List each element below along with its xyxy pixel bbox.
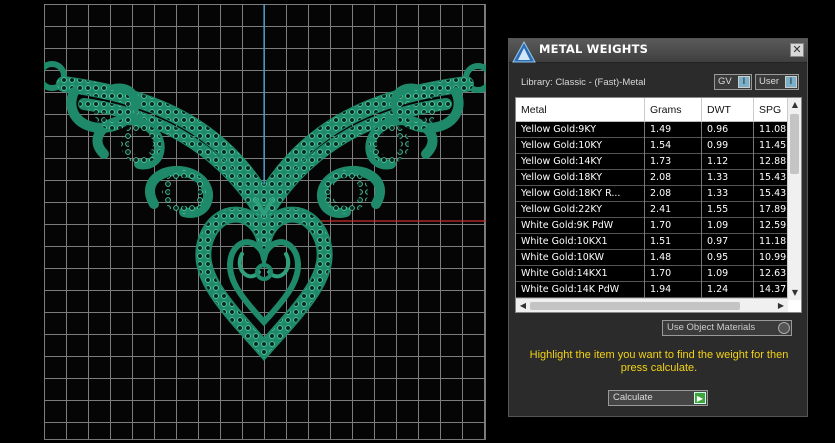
dwt-cell: 1.33 [702,186,754,202]
metal-cell: Yellow Gold:14KY [516,154,645,170]
metal-cell: Yellow Gold:22KY [516,202,645,218]
scroll-left-icon[interactable]: ◀ [516,299,530,312]
table-body: Yellow Gold:9KY 1.49 0.96 11.08 Yellow Gold:… [516,122,794,298]
jewelry-model-svg [44,4,486,362]
grams-cell: 1.49 [645,122,702,138]
dwt-cell: 0.96 [702,122,754,138]
dropdown-icon [778,322,790,334]
metal-cell: Yellow Gold:9KY [516,122,645,138]
table-row[interactable]: Yellow Gold:18KY 2.08 1.33 15.43 [516,170,794,186]
user-toggle-label: User [759,76,780,87]
use-object-materials-label: Use Object Materials [667,322,756,333]
dwt-cell: 1.24 [702,282,754,298]
vertical-scroll-thumb[interactable] [790,114,799,174]
use-object-materials-dropdown[interactable]: Use Object Materials [662,320,792,336]
grams-cell: 1.70 [645,266,702,282]
metal-cell: White Gold:10KX1 [516,234,645,250]
toggle-user-icon: I [785,76,797,88]
library-label: Library: Classic - (Fast)-Metal [521,77,646,88]
grams-cell: 1.70 [645,218,702,234]
metal-cell: White Gold:14KX1 [516,266,645,282]
grams-cell: 2.08 [645,186,702,202]
metal-cell: White Gold:10KW [516,250,645,266]
table-row[interactable]: White Gold:9K PdW 1.70 1.09 12.59 [516,218,794,234]
app-window: METAL WEIGHTS ✕ Library: Classic - (Fast… [0,0,835,443]
table-row[interactable]: Yellow Gold:10KY 1.54 0.99 11.45 [516,138,794,154]
toggle-gv-icon: I [738,76,750,88]
app-logo-icon [512,40,536,63]
metal-table[interactable]: Metal Grams DWT SPG Yellow Gold:9KY 1.49 0… [515,97,802,313]
scroll-down-icon[interactable]: ▼ [788,286,801,300]
vertical-scrollbar[interactable]: ▲ ▼ [787,98,801,300]
grams-cell: 2.41 [645,202,702,218]
grams-cell: 1.54 [645,138,702,154]
dwt-cell: 1.12 [702,154,754,170]
necklace-pendant [44,61,486,362]
dwt-cell: 0.95 [702,250,754,266]
table-row[interactable]: White Gold:10KW 1.48 0.95 10.99 [516,250,794,266]
grams-cell: 2.08 [645,170,702,186]
column-header-grams[interactable]: Grams [645,98,702,122]
scroll-up-icon[interactable]: ▲ [788,98,801,112]
dwt-cell: 1.33 [702,170,754,186]
calculate-label: Calculate [613,392,653,403]
dwt-cell: 0.97 [702,234,754,250]
gv-toggle[interactable]: GV I [714,74,752,90]
metal-cell: Yellow Gold:18KY R... [516,186,645,202]
close-button[interactable]: ✕ [790,43,804,57]
table-row[interactable]: Yellow Gold:14KY 1.73 1.12 12.88 [516,154,794,170]
gv-toggle-label: GV [718,76,732,87]
dwt-cell: 1.09 [702,266,754,282]
table-row[interactable]: Yellow Gold:22KY 2.41 1.55 17.89 [516,202,794,218]
calculate-button[interactable]: Calculate ▶ [608,390,708,406]
grams-cell: 1.94 [645,282,702,298]
metal-cell: Yellow Gold:10KY [516,138,645,154]
dwt-cell: 0.99 [702,138,754,154]
column-header-dwt[interactable]: DWT [702,98,754,122]
horizontal-scrollbar[interactable]: ◀ ▶ [516,298,788,312]
panel-header[interactable]: METAL WEIGHTS ✕ [509,39,807,63]
table-row[interactable]: White Gold:14KX1 1.70 1.09 12.63 [516,266,794,282]
close-icon: ✕ [792,43,802,56]
table-row[interactable]: Yellow Gold:9KY 1.49 0.96 11.08 [516,122,794,138]
scroll-right-icon[interactable]: ▶ [774,299,788,312]
table-header: Metal Grams DWT SPG [516,98,794,122]
grams-cell: 1.51 [645,234,702,250]
user-toggle[interactable]: User I [755,74,799,90]
metal-cell: Yellow Gold:18KY [516,170,645,186]
column-header-metal[interactable]: Metal [516,98,645,122]
panel-title: METAL WEIGHTS [539,42,649,56]
play-icon: ▶ [694,392,706,404]
dwt-cell: 1.09 [702,218,754,234]
horizontal-scroll-thumb[interactable] [530,302,740,310]
table-row[interactable]: Yellow Gold:18KY R... 2.08 1.33 15.43 [516,186,794,202]
viewport-grid[interactable] [44,4,486,440]
metal-weights-panel: METAL WEIGHTS ✕ Library: Classic - (Fast… [508,38,808,417]
table-row[interactable]: White Gold:14K PdW 1.94 1.24 14.37 [516,282,794,298]
metal-cell: White Gold:14K PdW [516,282,645,298]
metal-cell: White Gold:9K PdW [516,218,645,234]
grams-cell: 1.48 [645,250,702,266]
instructions-text: Highlight the item you want to find the … [529,349,789,374]
grams-cell: 1.73 [645,154,702,170]
dwt-cell: 1.55 [702,202,754,218]
table-row[interactable]: White Gold:10KX1 1.51 0.97 11.18 [516,234,794,250]
